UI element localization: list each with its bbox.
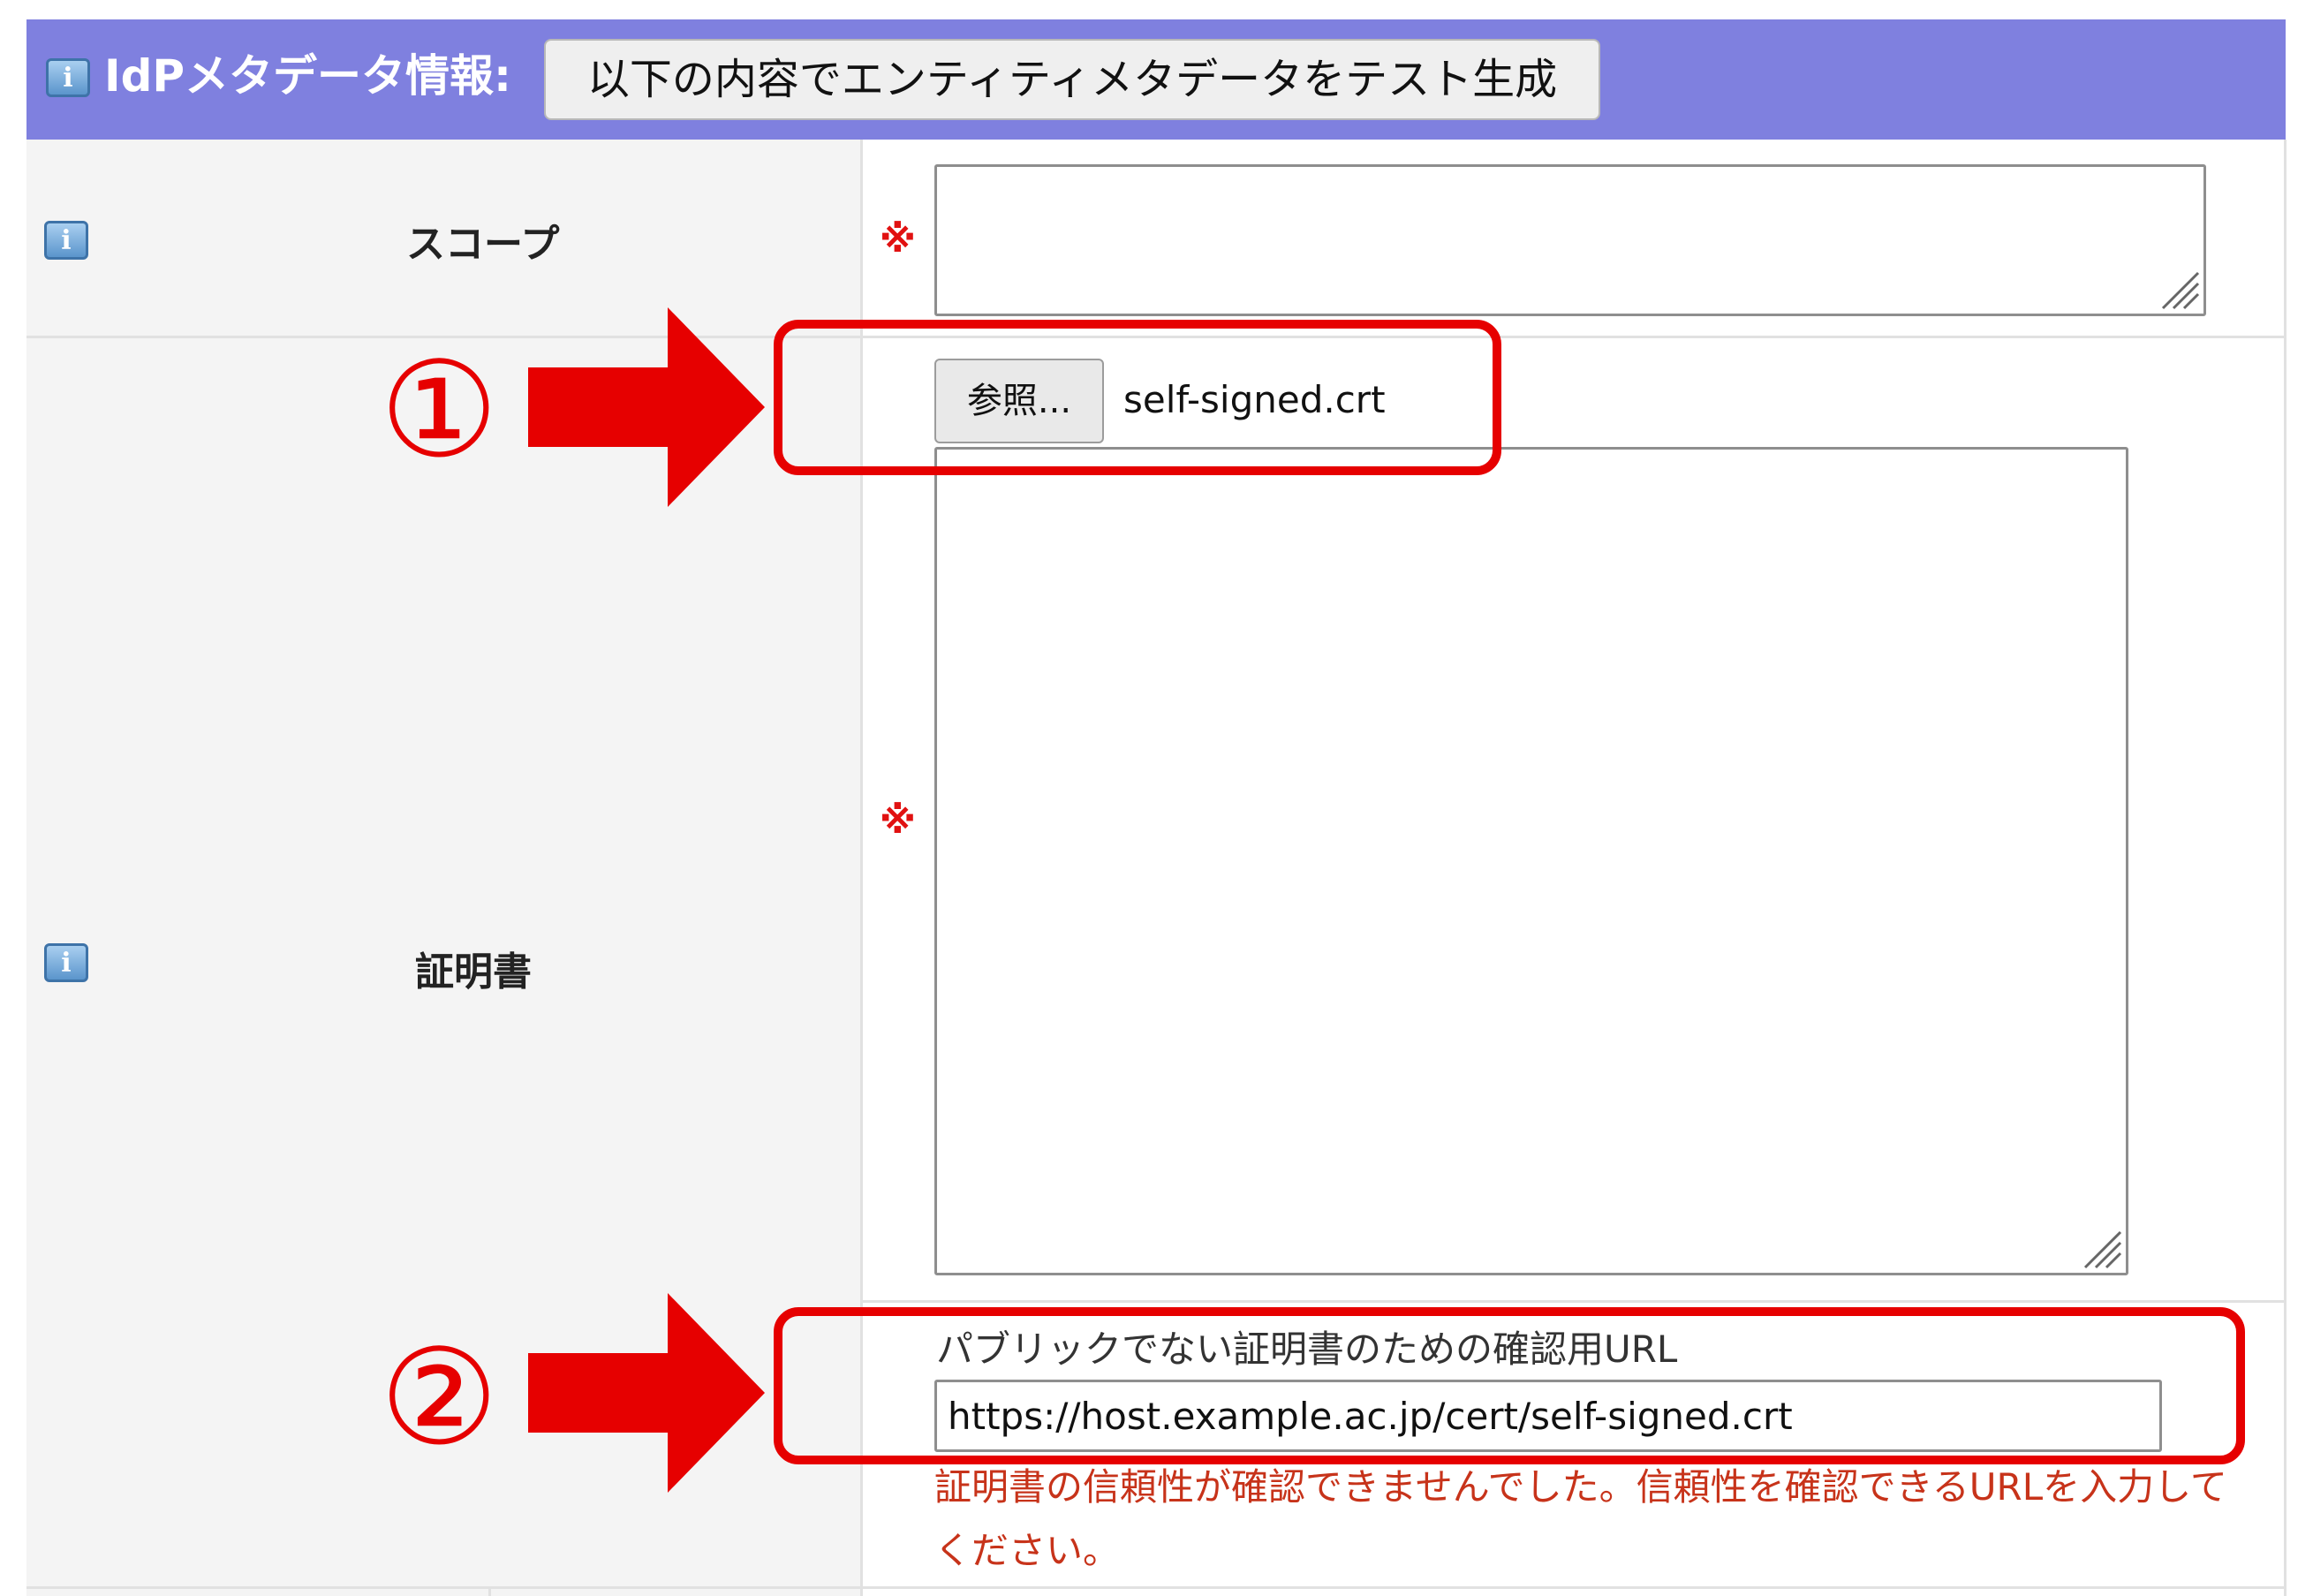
- step-2-highlight: [774, 1307, 2245, 1464]
- row-divider: [860, 1300, 2286, 1303]
- generate-metadata-button[interactable]: 以下の内容でエンティティメタデータをテスト生成: [544, 39, 1600, 120]
- resize-grip-icon[interactable]: [2156, 266, 2200, 310]
- certificate-label: 証明書: [415, 949, 532, 995]
- resize-grip-icon[interactable]: [2078, 1225, 2122, 1269]
- scope-label: スコープ: [406, 222, 560, 267]
- info-icon[interactable]: i: [46, 58, 90, 97]
- arrow-right-icon: [528, 1293, 765, 1493]
- certificate-required-mark: ※: [880, 798, 916, 842]
- column-divider: [488, 1586, 491, 1596]
- column-divider: [2284, 140, 2287, 1596]
- scope-required-mark: ※: [880, 217, 916, 261]
- info-icon[interactable]: i: [44, 221, 88, 260]
- certificate-textarea[interactable]: [934, 447, 2128, 1275]
- certificate-error-message: 証明書の信頼性が確認できませんでした。信頼性を確認できるURLを入力してください…: [934, 1465, 2227, 1572]
- section-title: IdPメタデータ情報:: [104, 50, 512, 102]
- step-1-highlight: [774, 320, 1501, 475]
- step-1-marker: ①: [380, 334, 499, 488]
- scope-textarea[interactable]: [934, 164, 2206, 316]
- arrow-right-icon: [528, 307, 765, 507]
- row-divider: [26, 1586, 2286, 1589]
- step-2-marker: ②: [380, 1321, 499, 1475]
- info-icon[interactable]: i: [44, 943, 88, 982]
